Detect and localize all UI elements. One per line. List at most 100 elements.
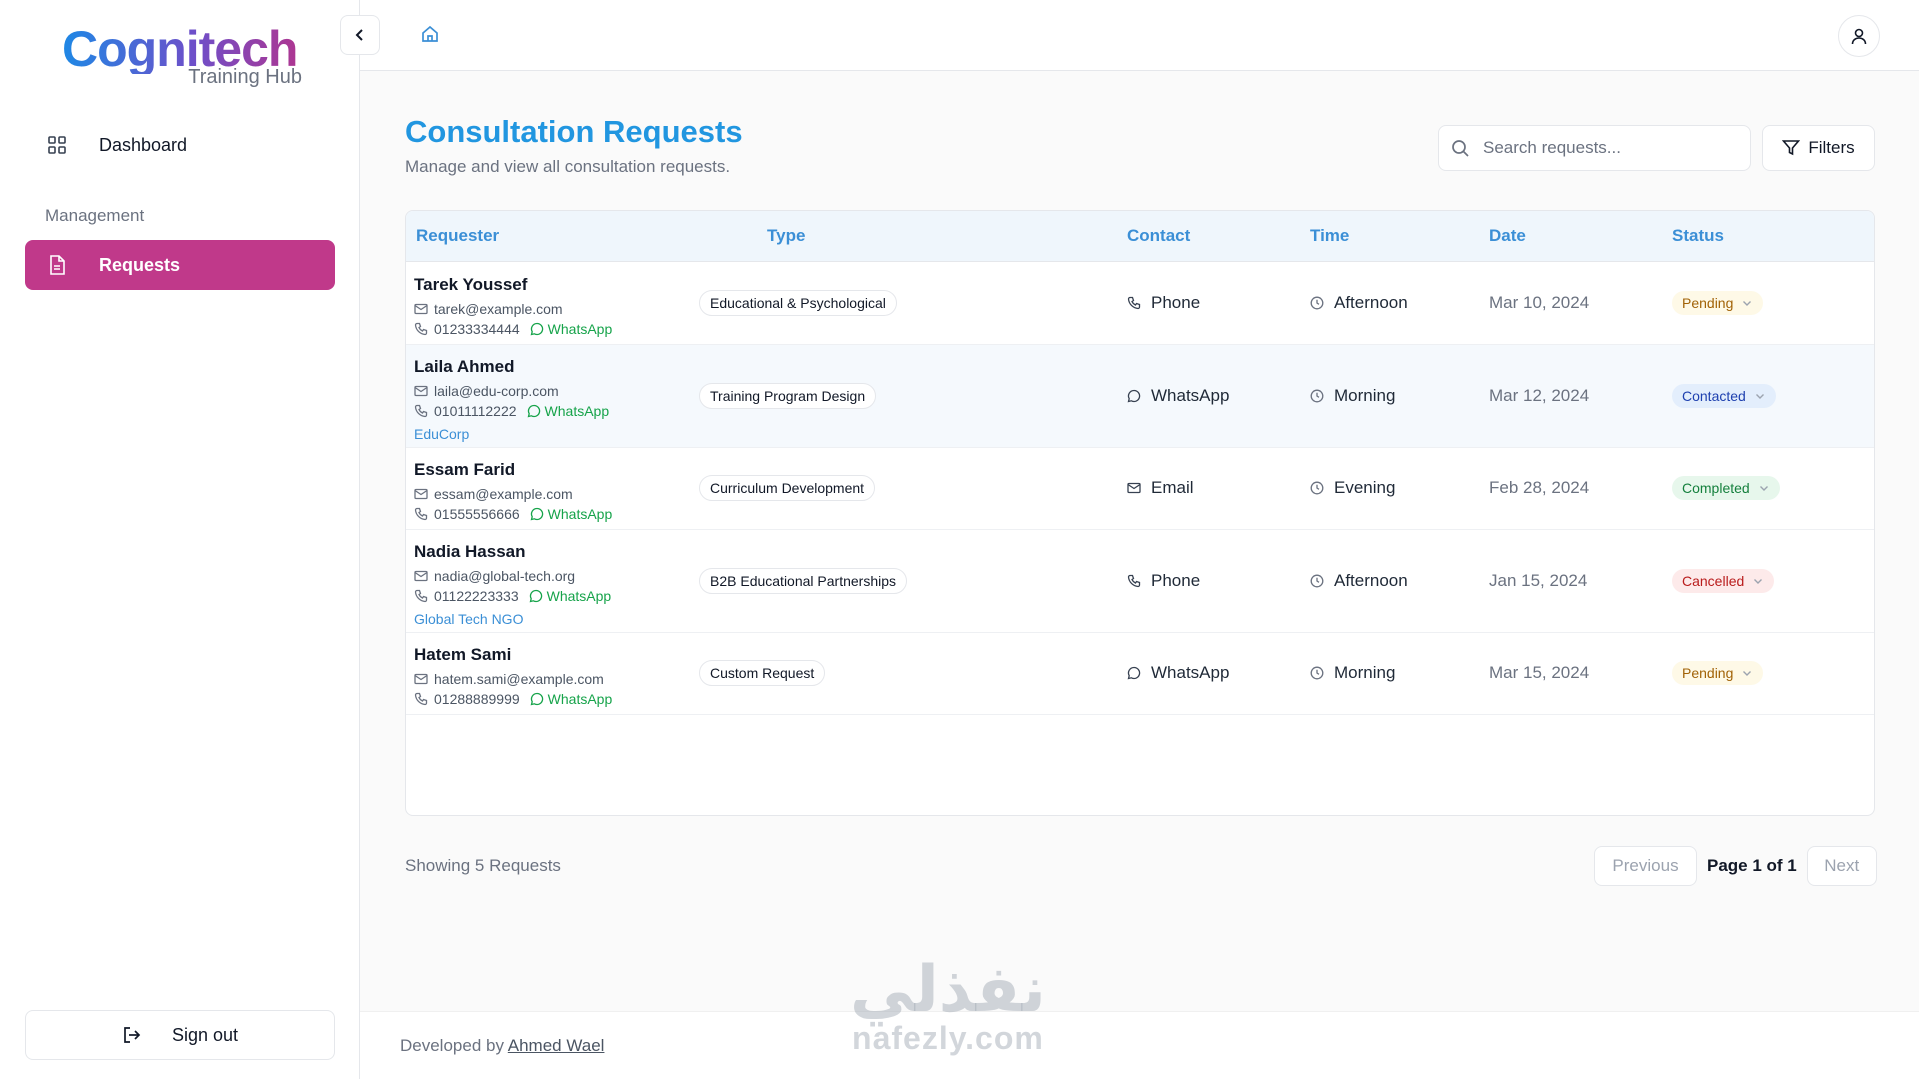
chat-icon [530,322,544,336]
requester-cell: Essam Farid essam@example.com 01555556666 W… [414,460,612,522]
pagination: Previous Page 1 of 1 Next [1594,846,1877,886]
status-label: Pending [1682,295,1734,311]
requester-phone-line: 01233334444 WhatsApp [414,321,612,337]
requester-phone[interactable]: 01122223333 [434,588,519,604]
requester-email[interactable]: tarek@example.com [434,301,563,317]
watermark-arabic: نفذلي [850,953,1046,1027]
chat-icon [530,692,544,706]
requester-name: Hatem Sami [414,645,512,664]
watermark: نفذلي nafezly.com [850,953,1046,1057]
sidebar-item-label: Dashboard [99,134,188,155]
page-subtitle: Manage and view all consultation request… [405,157,731,176]
search-box[interactable] [1438,125,1751,171]
table-row[interactable]: Laila Ahmed laila@edu-corp.com 01011112222… [406,345,1874,448]
sidebar-item-requests[interactable]: Requests [25,240,335,290]
table-row[interactable]: Hatem Sami hatem.sami@example.com 01288889… [406,633,1874,715]
request-date: Mar 15, 2024 [1489,663,1590,682]
mail-icon [414,302,428,316]
requester-phone[interactable]: 01288889999 [434,691,520,707]
requester-phone[interactable]: 01233334444 [434,321,520,337]
previous-button[interactable]: Previous [1594,846,1697,886]
phone-icon [414,692,428,706]
requester-email[interactable]: nadia@global-tech.org [434,568,575,584]
requester-email-line: tarek@example.com [414,301,612,317]
status-cell: Pending [1672,661,1764,685]
requester-cell: Nadia Hassan nadia@global-tech.org 0112222… [414,542,611,627]
request-date: Mar 12, 2024 [1489,385,1590,405]
column-header-type[interactable]: Type [767,226,805,246]
page-title: Consultation Requests [405,114,743,149]
type-cell: B2B Educational Partnerships [699,567,907,594]
whatsapp-link[interactable]: WhatsApp [530,691,612,707]
time-cell: Afternoon [1310,571,1408,591]
requester-email[interactable]: laila@edu-corp.com [434,383,559,399]
whatsapp-link[interactable]: WhatsApp [529,588,611,604]
collapse-sidebar-button[interactable] [340,15,380,55]
table-header: Requester Type Contact Time Date Status [406,211,1874,262]
column-header-requester[interactable]: Requester [416,226,499,246]
status-label: Cancelled [1682,572,1745,589]
request-date: Jan 15, 2024 [1489,570,1588,590]
app-logo[interactable]: Cognitech Training Hub [62,24,302,94]
chat-icon [1127,666,1141,680]
column-header-date[interactable]: Date [1489,226,1526,246]
watermark-latin: nafezly.com [852,1020,1044,1056]
sidebar: Cognitech Training Hub Dashboard Managem… [0,0,360,1079]
home-icon[interactable] [420,24,440,44]
table-row[interactable]: Tarek Youssef tarek@example.com 0123333444… [406,263,1874,345]
requester-phone[interactable]: 01555556666 [434,506,520,522]
type-badge: B2B Educational Partnerships [699,567,907,594]
requester-name: Essam Farid [414,460,516,479]
filters-button[interactable]: Filters [1762,125,1875,171]
column-header-contact[interactable]: Contact [1127,226,1190,246]
column-header-status[interactable]: Status [1672,226,1724,246]
next-button[interactable]: Next [1806,846,1877,886]
status-dropdown[interactable]: Pending [1672,291,1764,315]
user-menu-button[interactable] [1838,15,1880,57]
requester-phone-line: 01555556666 WhatsApp [414,506,612,522]
chevron-down-icon [1741,297,1753,309]
status-label: Completed [1682,480,1750,496]
filters-label: Filters [1808,138,1855,157]
preferred-time: Evening [1334,478,1396,497]
table-row[interactable]: Nadia Hassan nadia@global-tech.org 0112222… [406,530,1874,633]
mail-icon [1127,481,1141,495]
requester-email[interactable]: hatem.sami@example.com [434,671,604,687]
phone-icon [414,507,428,521]
sidebar-item-dashboard[interactable]: Dashboard [25,120,335,170]
whatsapp-link[interactable]: WhatsApp [530,321,612,337]
whatsapp-link[interactable]: WhatsApp [527,403,609,419]
table-row[interactable]: Essam Farid essam@example.com 01555556666 W… [406,448,1874,530]
phone-icon [414,322,428,336]
whatsapp-link[interactable]: WhatsApp [530,506,612,522]
showing-count: Showing 5 Requests [405,856,561,875]
type-badge: Educational & Psychological [699,290,897,316]
status-label: Pending [1682,665,1734,681]
phone-icon [414,404,428,418]
search-input[interactable] [1483,138,1723,158]
clock-icon [1310,574,1324,588]
page-info: Page 1 of 1 [1707,856,1797,875]
preferred-time: Afternoon [1334,293,1408,312]
requester-phone-line: 01122223333 WhatsApp [414,588,611,604]
chevron-down-icon [1741,667,1753,679]
contact-cell: Phone [1127,571,1200,591]
status-dropdown[interactable]: Contacted [1672,383,1776,408]
time-cell: Evening [1310,478,1395,498]
requester-phone[interactable]: 01011112222 [434,403,517,419]
signout-button[interactable]: Sign out [25,1010,335,1060]
status-dropdown[interactable]: Completed [1672,476,1780,500]
requester-phone-line: 01288889999 WhatsApp [414,691,612,707]
requester-email-line: laila@edu-corp.com [414,383,609,399]
type-badge: Curriculum Development [699,475,876,501]
requester-email-line: hatem.sami@example.com [414,671,612,687]
footer: Developed by Ahmed Wael [360,1011,1919,1079]
status-dropdown[interactable]: Pending [1672,661,1764,685]
author-link[interactable]: Ahmed Wael [508,1036,605,1055]
requester-email-line: nadia@global-tech.org [414,568,611,584]
signout-label: Sign out [171,1024,239,1045]
grid-icon [45,133,69,157]
requester-email[interactable]: essam@example.com [434,486,573,502]
status-dropdown[interactable]: Cancelled [1672,568,1775,593]
column-header-time[interactable]: Time [1310,226,1349,246]
